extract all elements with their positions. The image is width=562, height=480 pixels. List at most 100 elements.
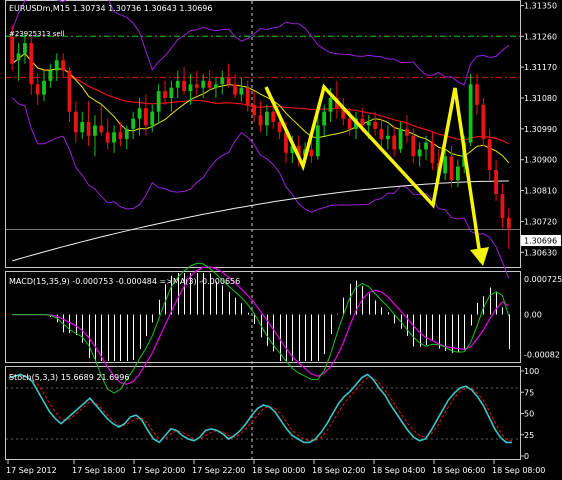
- x-tick-label: 18 Sep 08:00: [492, 466, 545, 475]
- candle-body: [86, 122, 91, 136]
- candle-body: [405, 128, 409, 136]
- candle-body: [392, 135, 397, 150]
- x-tick-label: 17 Sep 20:00: [132, 466, 185, 475]
- candle-body: [182, 80, 187, 92]
- main-panel-border: [5, 0, 521, 268]
- candle-body: [258, 115, 263, 126]
- candle-body: [252, 104, 257, 116]
- candle-body: [277, 122, 282, 133]
- candle-body: [481, 104, 486, 140]
- arrow-head: [470, 247, 489, 266]
- candle-body: [73, 111, 78, 133]
- candle-body: [137, 108, 142, 119]
- candle-body: [468, 84, 473, 143]
- candle-body: [506, 218, 511, 229]
- candle-body: [411, 135, 416, 157]
- stoch-tick-label: 0: [524, 452, 529, 461]
- chart-svg[interactable]: 1.31350 1.31260 1.31170 1.31080 1.30990 1.309…: [0, 0, 562, 480]
- y-tick-label: 1.30720: [524, 217, 557, 226]
- candle-body: [233, 84, 237, 95]
- macd-header: MACD(15,35,9) -0.000753 -0.000484 =>MA(3…: [9, 277, 240, 286]
- candle-body: [194, 84, 199, 88]
- candle-body: [322, 111, 327, 126]
- candle-body: [99, 125, 104, 133]
- candle-body: [16, 53, 21, 61]
- candle-body: [163, 91, 167, 98]
- candle-body: [379, 128, 384, 140]
- candle-body: [315, 125, 320, 157]
- candle-body: [118, 132, 123, 140]
- zigzag-arrow: [264, 83, 489, 266]
- candle-body: [124, 128, 129, 140]
- candle-body: [207, 80, 212, 88]
- x-tick-label: 17 Sep 2012: [6, 466, 57, 475]
- candle-body: [487, 139, 492, 170]
- y-axis-labels: 1.31350 1.31260 1.31170 1.31080 1.30990 1.309…: [520, 1, 562, 461]
- candle-body: [245, 87, 250, 105]
- bollinger-bands: [11, 0, 510, 279]
- order-label: #23925313 sell: [9, 30, 65, 38]
- candle-body: [175, 80, 180, 88]
- candle-body: [220, 77, 225, 85]
- y-tick-label: 1.31080: [524, 94, 557, 103]
- y-tick-label: 1.30810: [524, 187, 557, 196]
- candle-body: [417, 149, 422, 157]
- x-tick-label: 17 Sep 18:00: [72, 466, 125, 475]
- stoch-tick-label: 100: [524, 367, 539, 376]
- candle-body: [449, 156, 454, 181]
- candle-body: [35, 84, 40, 95]
- x-tick-label: 18 Sep 04:00: [372, 466, 425, 475]
- candle-body: [226, 77, 231, 85]
- candle-body: [494, 170, 498, 194]
- candle-body: [143, 108, 148, 126]
- candle-body: [385, 135, 390, 140]
- candle-body: [42, 80, 46, 95]
- candle-body: [67, 70, 72, 112]
- x-tick-label: 18 Sep 00:00: [252, 466, 305, 475]
- candle-body: [264, 111, 269, 126]
- y-tick-label: 1.30630: [524, 248, 557, 257]
- candle-body: [29, 43, 34, 85]
- candle-body: [10, 36, 15, 64]
- candle-body: [112, 132, 116, 143]
- x-tick-label: 18 Sep 02:00: [312, 466, 365, 475]
- candle-body: [430, 142, 435, 164]
- candles: [10, 26, 511, 249]
- stoch-tick-label: 25: [524, 431, 534, 440]
- candle-body: [271, 111, 276, 122]
- candle-body: [239, 87, 244, 95]
- candle-body: [366, 122, 371, 126]
- candle-body: [169, 87, 174, 98]
- stoch-main-line: [8, 373, 512, 444]
- stochastic-lines: [6, 373, 520, 444]
- candle-body: [23, 43, 27, 54]
- candle-body: [156, 91, 161, 112]
- x-tick-label: 18 Sep 06:00: [432, 466, 485, 475]
- x-axis-labels: 17 Sep 2012 17 Sep 18:00 17 Sep 20:00 17 Se…: [6, 460, 545, 475]
- candle-body: [61, 60, 66, 71]
- candle-body: [105, 132, 110, 143]
- candle-body: [443, 156, 448, 174]
- candle-body: [188, 84, 193, 92]
- x-tick-label: 17 Sep 22:00: [192, 466, 245, 475]
- candle-body: [214, 84, 218, 88]
- macd-tick-label: 0.00: [524, 311, 542, 320]
- y-tick-label: 1.30990: [524, 125, 557, 134]
- price-levels: [6, 35, 520, 230]
- candle-body: [347, 118, 352, 129]
- candle-body: [500, 194, 505, 218]
- candle-body: [48, 70, 53, 81]
- candle-body: [54, 60, 59, 71]
- candle-body: [80, 122, 85, 133]
- trading-chart-window[interactable]: 1.31350 1.31260 1.31170 1.31080 1.30990 1.309…: [0, 0, 562, 480]
- candle-body: [475, 84, 479, 105]
- main-header: EURUSDm,M15 1.30734 1.30736 1.30643 1.30…: [9, 4, 212, 13]
- y-tick-label: 1.30900: [524, 156, 557, 165]
- macd-tick-label: -0.00082: [524, 351, 560, 360]
- y-tick-label: 1.31170: [524, 63, 557, 72]
- stoch-header: Stoch(5,3,3) 15.6689 21.6996: [9, 373, 129, 382]
- candle-body: [455, 166, 460, 181]
- macd-tick-label: 0.000725: [524, 275, 562, 284]
- current-price-label: 1.30696: [524, 237, 557, 246]
- candle-body: [150, 111, 155, 126]
